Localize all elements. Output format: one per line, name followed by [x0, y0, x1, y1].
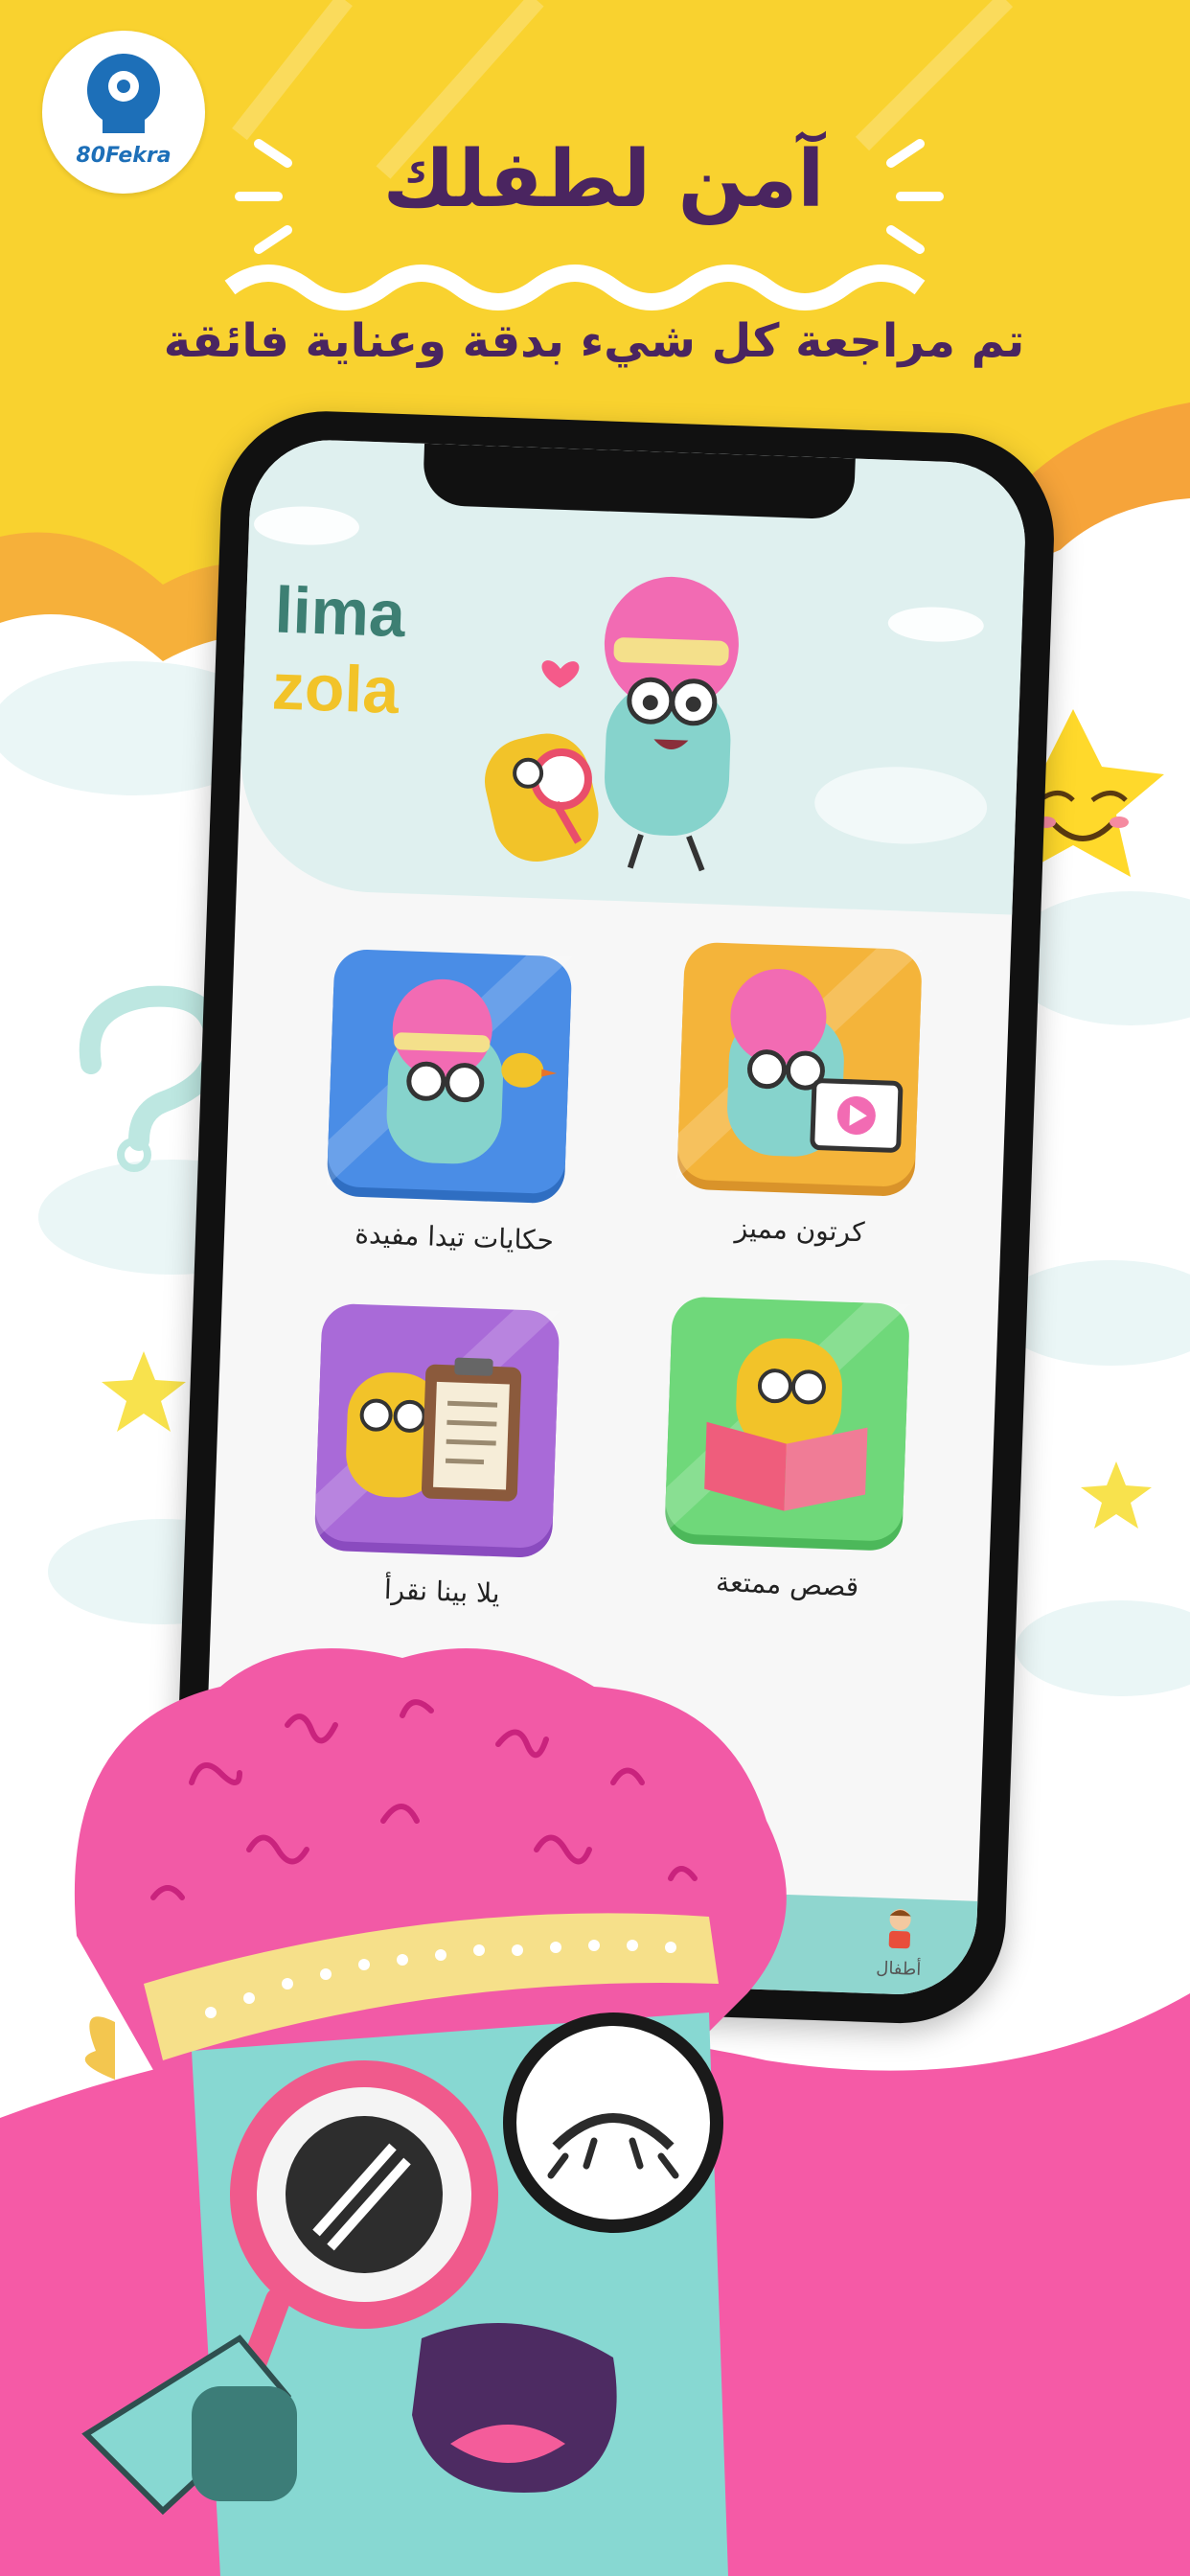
- category-tile-fun-stories[interactable]: [664, 1296, 911, 1542]
- app-logo-zola: zola: [270, 650, 400, 728]
- clipboard-icon: [421, 1357, 522, 1502]
- bulb-logo-icon: [86, 53, 161, 133]
- promo-subline: تم مراجعة كل شيء بدقة وعناية فائقة: [163, 314, 1025, 368]
- category-label-cartoon[interactable]: كرتون مميز: [636, 1208, 963, 1252]
- category-tile-lets-read[interactable]: [314, 1302, 561, 1550]
- category-tile-cartoon[interactable]: [676, 941, 923, 1188]
- tab-mothers-label: أمهات: [684, 1951, 729, 1973]
- app-logo-lima: lima: [273, 573, 407, 652]
- tab-kids-label: أطفال: [875, 1958, 922, 1980]
- promo-headline: آمن لطفلك: [382, 134, 825, 225]
- app-screen: lima zola كرتون مميز حكايات تيدا مفيدة ق…: [198, 437, 1028, 1997]
- girl-avatar-icon: [697, 1902, 721, 1943]
- category-label-tida-stories[interactable]: حكايات تيدا مفيدة: [291, 1215, 618, 1258]
- tab-kids[interactable]: أطفال: [840, 1904, 958, 1981]
- brand-logo: 80Fekra: [42, 31, 205, 194]
- category-label-fun-stories[interactable]: قصص ممتعة: [624, 1563, 950, 1606]
- tab-mothers[interactable]: أمهات: [650, 1898, 767, 1974]
- phone-mockup: lima zola كرتون مميز حكايات تيدا مفيدة ق…: [169, 407, 1058, 2027]
- category-tile-tida-stories[interactable]: [326, 948, 573, 1195]
- category-label-lets-read[interactable]: يلا بينا نقرأ: [279, 1570, 606, 1613]
- brand-logo-text: 80Fekra: [76, 144, 172, 168]
- bird-icon: [501, 1052, 558, 1088]
- video-play-icon: [810, 1078, 904, 1153]
- boy-avatar-icon: [888, 1909, 911, 1949]
